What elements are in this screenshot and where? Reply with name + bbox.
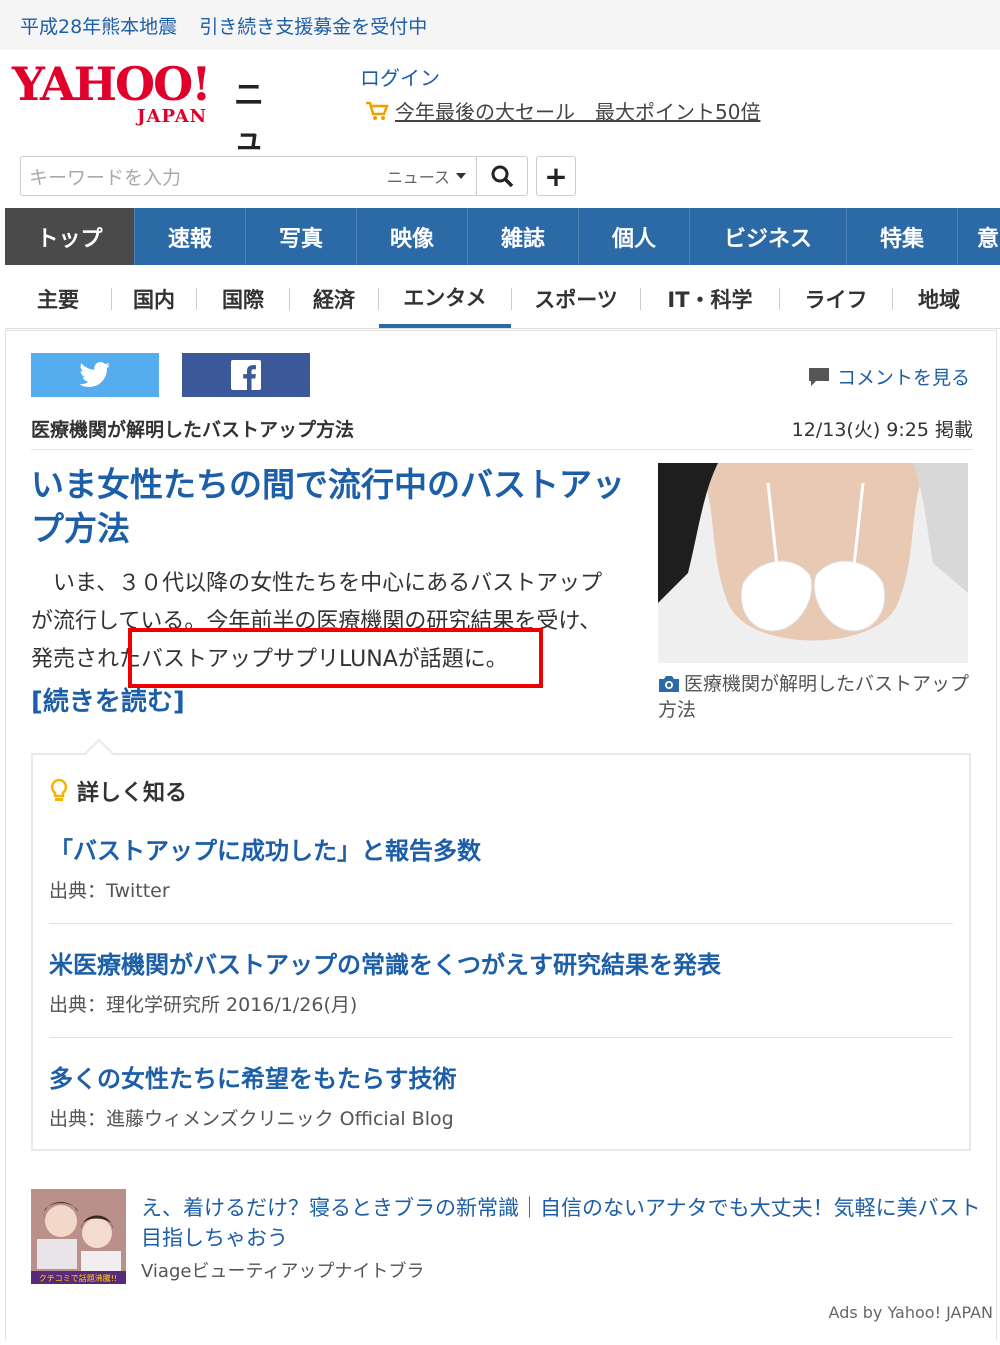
ad-badge-text: クチコミで話題沸騰!! [39, 1273, 117, 1283]
notice-link-earthquake[interactable]: 平成28年熊本地震 [20, 12, 177, 39]
disaster-notice-bar: 平成28年熊本地震 引き続き支援募金を受付中 [0, 0, 1000, 50]
facebook-share-button[interactable] [182, 353, 310, 397]
related-item-title[interactable]: 米医療機関がバストアップの常識をくつがえす研究結果を発表 [49, 945, 953, 980]
logo-yahoo-text: YAHOO! [12, 57, 211, 111]
related-heading-text: 詳しく知る [77, 781, 188, 806]
brand-header: YAHOO! JAPAN ニュース ログイン 今年最後の大セール 最大ポイント5… [0, 50, 1000, 245]
tab-local[interactable]: 地域 [893, 270, 985, 328]
add-button[interactable]: + [536, 156, 576, 196]
article-date: 12/13(火) 9:25 掲載 [791, 419, 973, 441]
cart-icon [366, 101, 389, 120]
gnav-top[interactable]: トップ [5, 208, 135, 265]
article-panel: コメントを見る 医療機関が解明したバストアップ方法 12/13(火) 9:25 … [5, 330, 997, 1340]
search-input[interactable]: キーワードを入力 [21, 163, 387, 190]
search-button[interactable] [476, 157, 527, 195]
sale-promo-link[interactable]: 今年最後の大セール 最大ポイント50倍 [365, 96, 760, 125]
ad-advertiser: Viageビューティアップナイトブラ [141, 1261, 425, 1282]
tab-life[interactable]: ライフ [780, 270, 892, 328]
related-item-title[interactable]: 「バストアップに成功した」と報告多数 [49, 831, 953, 866]
article-photo[interactable] [658, 463, 968, 663]
tab-sports[interactable]: スポーツ [512, 270, 640, 328]
search-scope-label: ニュース [386, 168, 450, 187]
related-box-pointer [83, 738, 115, 770]
sale-promo-text: 今年最後の大セール 最大ポイント50倍 [395, 100, 761, 124]
gnav-magazine[interactable]: 雑誌 [468, 208, 579, 265]
photo-caption-text: 医療機関が解明したバストアップ方法 [658, 673, 970, 721]
gnav-individual[interactable]: 個人 [579, 208, 690, 265]
category-nav: 主要 国内 国際 経済 エンタメ スポーツ IT・科学 ライフ 地域 [5, 270, 1000, 329]
ad-thumbnail[interactable]: クチコミで話題沸騰!! [31, 1189, 126, 1284]
yahoo-japan-logo[interactable]: YAHOO! JAPAN ニュース [12, 57, 264, 245]
comment-icon [808, 367, 829, 386]
login-link[interactable]: ログイン [360, 62, 440, 91]
twitter-share-button[interactable] [31, 353, 159, 397]
twitter-icon [79, 362, 110, 387]
related-item[interactable]: 「バストアップに成功した」と報告多数 出典：Twitter [49, 831, 953, 924]
chevron-down-icon [456, 173, 466, 179]
related-box: 詳しく知る 「バストアップに成功した」と報告多数 出典：Twitter 米医療機… [31, 738, 971, 1151]
view-comments-link[interactable]: コメントを見る [807, 363, 970, 390]
related-item-source: 出典：Twitter [49, 880, 170, 902]
gnav-business[interactable]: ビジネス [690, 208, 847, 265]
global-nav: トップ 速報 写真 映像 雑誌 個人 ビジネス 特集 意 [5, 208, 1000, 265]
search-scope-select[interactable]: ニュース [387, 164, 476, 188]
search-box: キーワードを入力 ニュース [20, 156, 528, 196]
view-comments-text: コメントを見る [836, 367, 970, 389]
related-item[interactable]: 多くの女性たちに希望をもたらす技術 出典：進藤ウィメンズクリニック Offici… [49, 1059, 953, 1130]
article-subhead: 医療機関が解明したバストアップ方法 12/13(火) 9:25 掲載 [31, 415, 973, 450]
summary-line: いま、３０代以降の女性たちを中心にあるバストアップ [31, 571, 603, 596]
facebook-icon [231, 360, 261, 390]
related-item-source: 出典：理化学研究所 2016/1/26(月) [49, 994, 358, 1016]
tab-economy[interactable]: 経済 [290, 270, 378, 328]
related-item[interactable]: 米医療機関がバストアップの常識をくつがえす研究結果を発表 出典：理化学研究所 2… [49, 945, 953, 1038]
photo-illustration [658, 463, 968, 663]
gnav-more[interactable]: 意 [958, 208, 1000, 265]
lightbulb-icon [50, 778, 68, 801]
tab-domestic[interactable]: 国内 [112, 270, 196, 328]
article-headline[interactable]: いま女性たちの間で流行中のバストアップ方法 [31, 463, 631, 551]
ad-thumbnail-illustration: クチコミで話題沸騰!! [31, 1189, 126, 1284]
highlight-box [128, 628, 543, 688]
tab-it-science[interactable]: IT・科学 [641, 270, 779, 328]
notice-link-donation[interactable]: 引き続き支援募金を受付中 [199, 12, 427, 39]
ads-by-label[interactable]: Ads by Yahoo! JAPAN [829, 1303, 993, 1322]
gnav-photo[interactable]: 写真 [246, 208, 357, 265]
camera-icon [659, 676, 679, 692]
search-icon [491, 165, 514, 188]
gnav-video[interactable]: 映像 [357, 208, 468, 265]
logo-japan-text: JAPAN [137, 106, 208, 127]
gnav-features[interactable]: 特集 [847, 208, 958, 265]
tab-international[interactable]: 国際 [197, 270, 289, 328]
photo-caption[interactable]: 医療機関が解明したバストアップ方法 [658, 671, 978, 723]
tab-entertainment[interactable]: エンタメ [379, 270, 511, 328]
tab-main[interactable]: 主要 [5, 270, 111, 328]
related-item-title[interactable]: 多くの女性たちに希望をもたらす技術 [49, 1059, 953, 1094]
gnav-breaking[interactable]: 速報 [135, 208, 246, 265]
ad-title[interactable]: え、着けるだけ？寝るときブラの新常識｜自信のないアナタでも大丈夫！気軽に美バスト… [141, 1193, 981, 1253]
related-heading: 詳しく知る [49, 775, 187, 807]
article-source: 医療機関が解明したバストアップ方法 [31, 419, 355, 441]
related-item-source: 出典：進藤ウィメンズクリニック Official Blog [49, 1108, 454, 1130]
